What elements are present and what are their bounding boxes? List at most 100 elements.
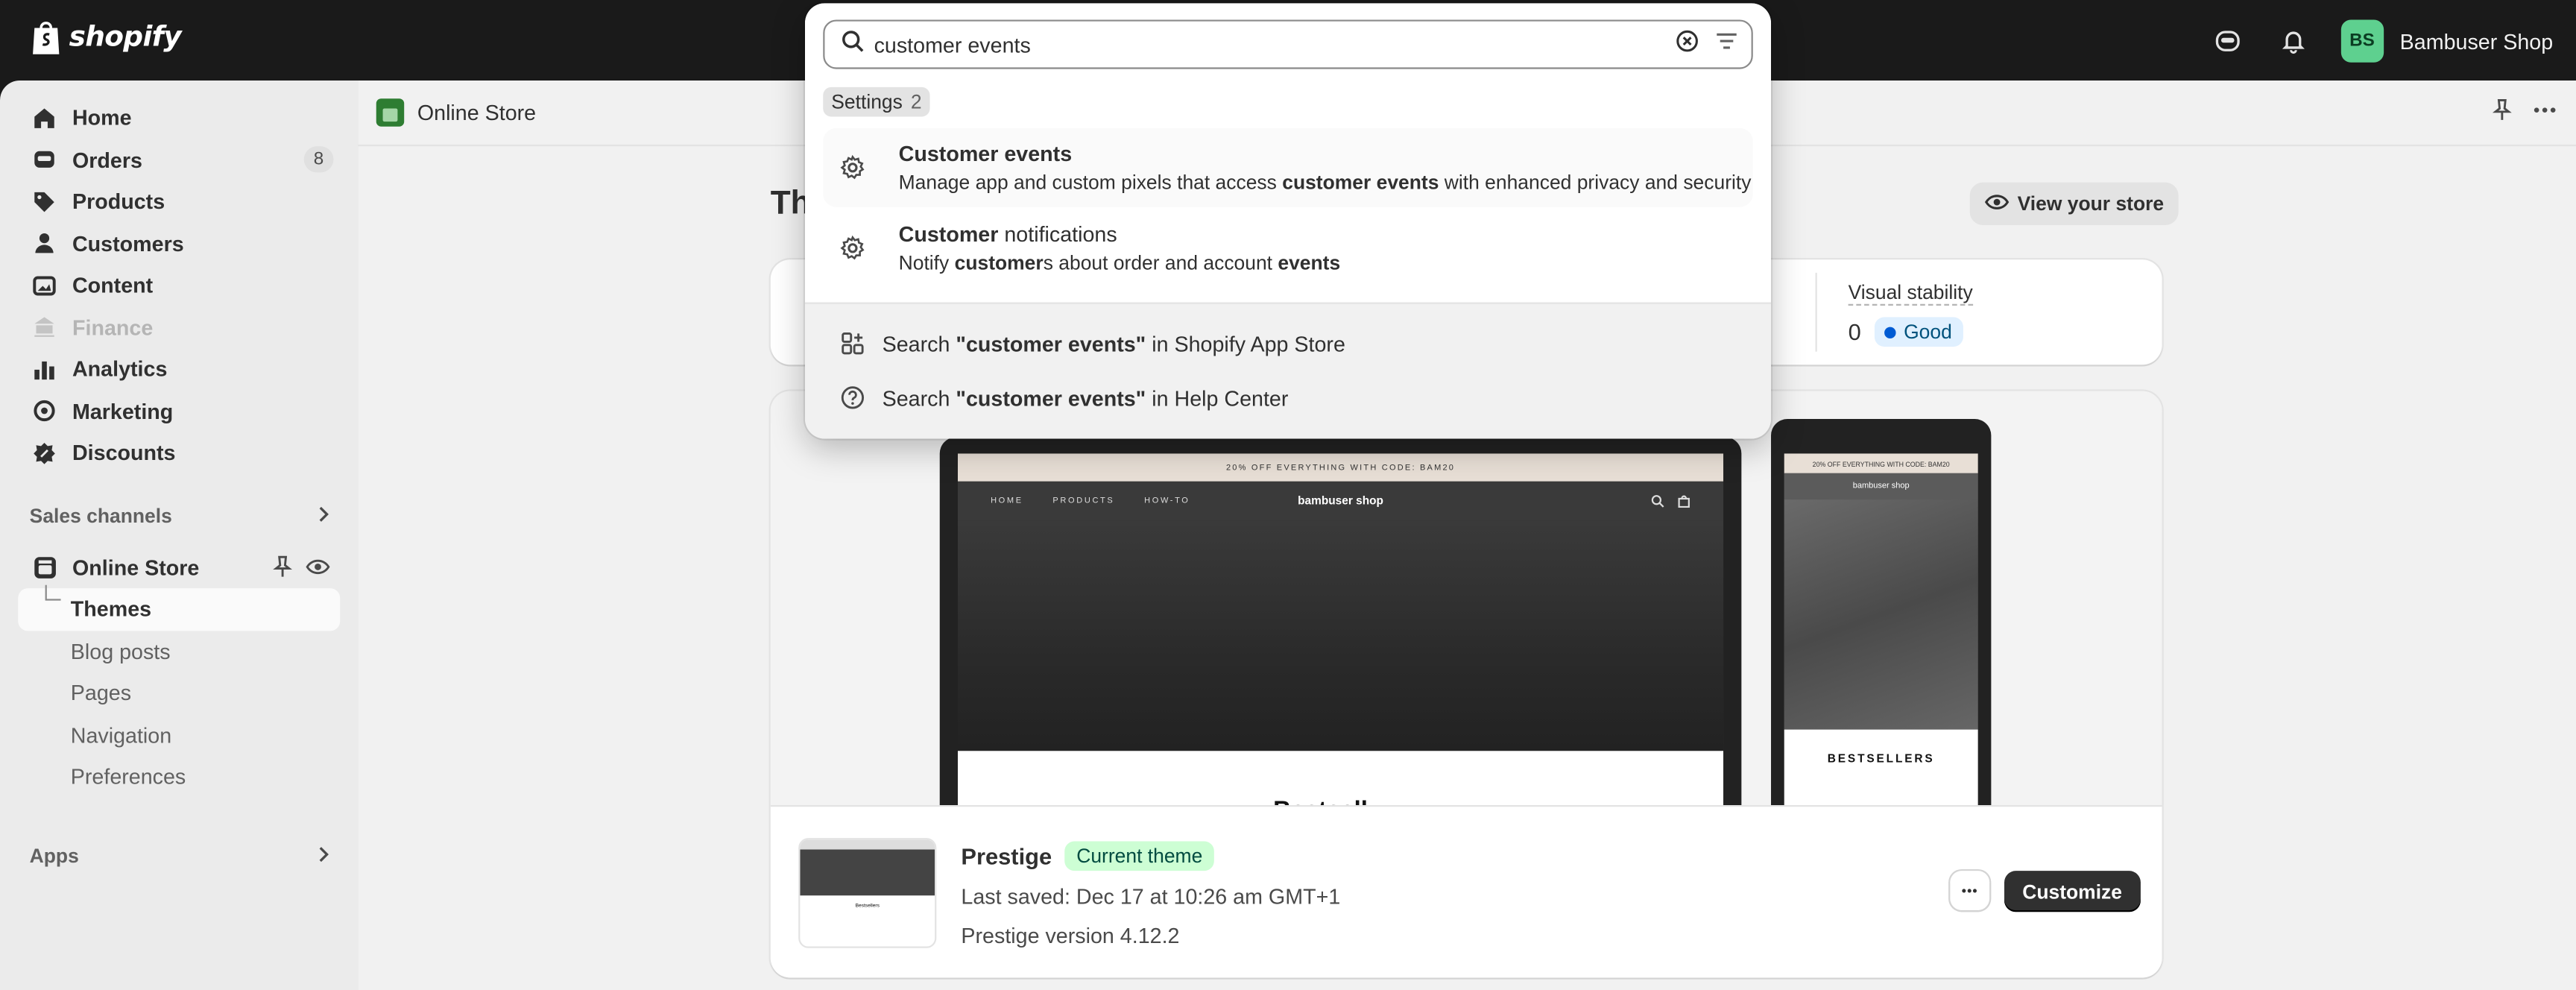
theme-info: Bestsellers Prestige Current theme Last … xyxy=(770,805,2162,978)
sidebar-subitem-themes[interactable]: Themes xyxy=(18,584,341,631)
eye-icon xyxy=(1984,192,2010,216)
storefront-brand: bambuser shop xyxy=(1298,495,1383,507)
sidebar-item-online-store[interactable]: Online Store xyxy=(18,546,340,588)
sidekick-icon[interactable] xyxy=(2203,16,2252,66)
sidebar-item-discounts[interactable]: Discounts xyxy=(18,432,340,474)
thumb-hero xyxy=(800,849,935,896)
sidebar-item-analytics[interactable]: Analytics xyxy=(18,348,340,390)
sidebar-item-marketing[interactable]: Marketing xyxy=(18,390,340,432)
theme-more-button[interactable]: ••• xyxy=(1950,871,1989,910)
search-bar[interactable] xyxy=(823,19,1753,69)
shopify-logo[interactable]: shopify xyxy=(30,18,182,57)
sidebar-item-orders[interactable]: Orders 8 xyxy=(18,139,340,180)
theme-card: 20% OFF EVERYTHING WITH CODE: BAM20 HOME… xyxy=(770,391,2162,978)
link-post: in Help Center xyxy=(1146,385,1289,410)
shopify-bag-icon xyxy=(33,22,60,54)
more-label: ••• xyxy=(1961,883,1978,898)
link-term: "customer events" xyxy=(956,385,1146,410)
mobile-hero xyxy=(1784,499,1978,730)
bell-icon[interactable] xyxy=(2268,16,2317,66)
sidebar-item-label: Finance xyxy=(72,315,154,340)
desc-part: Manage app and custom pixels that access xyxy=(898,171,1283,195)
theme-thumbnail: Bestsellers xyxy=(798,838,937,948)
orders-count-badge: 8 xyxy=(303,145,334,172)
subitem-label: Navigation xyxy=(70,722,172,748)
theme-preview: 20% OFF EVERYTHING WITH CODE: BAM20 HOME… xyxy=(770,391,2162,806)
pin-icon[interactable] xyxy=(2490,98,2513,130)
desc-part: with enhanced privacy and security xyxy=(1439,171,1752,195)
search-app-store-link[interactable]: Search "customer events" in Shopify App … xyxy=(839,330,1345,356)
help-icon xyxy=(839,385,865,411)
link-pre: Search xyxy=(882,385,956,410)
status-dot-icon xyxy=(1884,326,1896,338)
result-text: Customer events Manage app and custom pi… xyxy=(899,142,1752,195)
view-store-button[interactable]: View your store xyxy=(1969,182,2179,225)
help-center-link-text: Search "customer events" in Help Center xyxy=(883,385,1289,410)
chevron-right-icon xyxy=(315,504,332,527)
sidebar-subitem-blog-posts[interactable]: Blog posts xyxy=(18,630,340,672)
sales-channels-header[interactable]: Sales channels xyxy=(18,504,340,527)
orders-icon xyxy=(31,147,57,173)
sidebar-item-finance[interactable]: Finance xyxy=(18,306,340,348)
shop-name[interactable]: Bambuser Shop xyxy=(2400,29,2553,54)
result-description: Manage app and custom pixels that access… xyxy=(899,171,1752,194)
eye-icon[interactable] xyxy=(306,555,330,582)
result-title-rest: notifications xyxy=(998,221,1117,247)
link-post: in Shopify App Store xyxy=(1146,331,1345,356)
content-icon xyxy=(31,272,57,298)
sidebar-item-customers[interactable]: Customers xyxy=(18,223,340,265)
customize-button[interactable]: Customize xyxy=(2004,871,2141,912)
result-title: Customer events xyxy=(899,142,1752,166)
chevron-right-icon xyxy=(315,844,332,867)
apps-header[interactable]: Apps xyxy=(18,844,340,867)
desc-highlight: customer xyxy=(954,251,1044,275)
sidebar-item-label: Discounts xyxy=(72,441,176,466)
sidebar-subitem-preferences[interactable]: Preferences xyxy=(18,756,340,798)
sidebar: Home Orders 8 Products Customers Content xyxy=(0,81,359,990)
sidebar-item-label: Online Store xyxy=(72,555,200,580)
online-store-logo-icon xyxy=(376,98,405,127)
apps-grid-icon xyxy=(839,330,865,356)
mobile-screen: 20% OFF EVERYTHING WITH CODE: BAM20 bamb… xyxy=(1784,453,1978,806)
search-icon xyxy=(841,29,864,60)
avatar[interactable]: BS xyxy=(2340,19,2384,63)
pin-icon[interactable] xyxy=(271,555,294,582)
settings-filter-chip[interactable]: Settings 2 xyxy=(823,86,930,117)
discount-icon xyxy=(31,440,57,466)
clear-search-icon[interactable] xyxy=(1676,29,1699,60)
search-actions xyxy=(1676,29,1738,60)
desktop-preview: 20% OFF EVERYTHING WITH CODE: BAM20 HOME… xyxy=(939,437,1742,806)
sidebar-item-label: Home xyxy=(72,105,132,130)
sidebar-item-products[interactable]: Products xyxy=(18,180,340,222)
sidebar-item-label: Customers xyxy=(72,231,184,256)
status-badge: Good xyxy=(1874,317,1964,347)
channel-title-text: Online Store xyxy=(417,100,537,125)
desc-highlight: customer events xyxy=(1282,171,1439,195)
filter-chip-count: 2 xyxy=(910,90,922,114)
person-icon xyxy=(31,230,57,256)
gear-icon xyxy=(839,154,865,180)
tree-connector-icon xyxy=(42,584,62,613)
more-horizontal-icon[interactable] xyxy=(2534,98,2557,130)
bank-icon xyxy=(31,315,57,341)
mobile-preview: 20% OFF EVERYTHING WITH CODE: BAM20 bamb… xyxy=(1771,419,1992,806)
filter-icon[interactable] xyxy=(1715,30,1738,60)
sidebar-item-home[interactable]: Home xyxy=(18,97,340,139)
mobile-promo-banner: 20% OFF EVERYTHING WITH CODE: BAM20 xyxy=(1784,453,1978,473)
thumb-header xyxy=(800,839,935,850)
metric-label[interactable]: Visual stability xyxy=(1848,273,1973,306)
current-theme-badge: Current theme xyxy=(1064,841,1214,871)
sidebar-item-label: Marketing xyxy=(72,399,174,424)
search-result-customer-notifications[interactable]: Customer notifications Notify customers … xyxy=(823,209,1753,288)
search-result-customer-events[interactable]: Customer events Manage app and custom pi… xyxy=(823,127,1753,207)
search-help-center-link[interactable]: Search "customer events" in Help Center xyxy=(839,385,1288,411)
link-term: "customer events" xyxy=(956,331,1146,356)
sidebar-subitem-navigation[interactable]: Navigation xyxy=(18,714,340,756)
sidebar-subitem-pages[interactable]: Pages xyxy=(18,672,340,713)
sidebar-item-content[interactable]: Content xyxy=(18,265,340,306)
promo-banner: 20% OFF EVERYTHING WITH CODE: BAM20 xyxy=(957,453,1724,482)
result-text: Customer notifications Notify customers … xyxy=(899,222,1341,275)
sidebar-item-label: Analytics xyxy=(72,356,168,382)
desc-highlight: events xyxy=(1278,251,1341,275)
search-input[interactable] xyxy=(874,31,1676,57)
